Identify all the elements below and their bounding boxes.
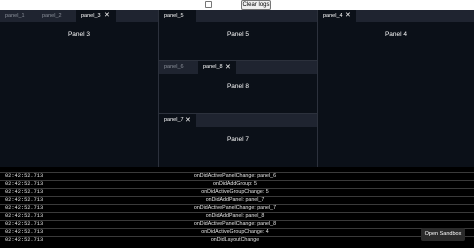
- log-time: 02:42:52.713: [5, 189, 44, 195]
- tab-label: panel_5: [164, 13, 184, 19]
- tab-panel-7[interactable]: panel_7 ✕: [159, 114, 196, 127]
- tab-label: panel_8: [203, 64, 223, 70]
- panel-content: Panel 4: [384, 31, 408, 38]
- log-row: 02:42:52.713 onDidActiveGroupChange: 4: [0, 228, 474, 236]
- log-message: onDidAddPanel: panel_7: [205, 197, 265, 203]
- tab-label: panel_3: [81, 13, 101, 19]
- log-row: 02:42:52.713 onDidActivePanelChange: pan…: [0, 204, 474, 212]
- close-icon[interactable]: ✕: [104, 10, 110, 22]
- tab-bar: panel_4 ✕: [318, 10, 474, 22]
- close-icon[interactable]: ✕: [345, 10, 351, 22]
- log-time: 02:42:52.713: [5, 181, 44, 187]
- tab-panel-3[interactable]: panel_3 ✕: [76, 10, 116, 22]
- clear-logs-button[interactable]: Clear logs: [241, 0, 271, 10]
- group-right: panel_4 ✕ Panel 4: [318, 10, 474, 167]
- log-time: 02:42:52.713: [5, 205, 44, 211]
- panel-content: Panel 3: [67, 31, 91, 38]
- close-icon[interactable]: ✕: [185, 114, 191, 127]
- close-icon[interactable]: ✕: [225, 61, 231, 74]
- log-message: onDidAddGroup: 5: [213, 181, 257, 187]
- log-message: onDidActivePanelChange: panel_6: [193, 173, 277, 179]
- group-left: panel_1 panel_2 panel_3 ✕ Panel 3: [0, 10, 158, 167]
- log-message: onDidAddPanel: panel_8: [205, 213, 265, 219]
- log-message: onDidActiveGroupChange: 4: [201, 229, 269, 235]
- log-row: 02:42:52.713 onDidActivePanelChange: pan…: [0, 220, 474, 228]
- group-middle-bottom: panel_7 ✕ Panel 7: [159, 114, 317, 167]
- tab-panel-8[interactable]: panel_8 ✕: [198, 61, 236, 74]
- log-row: 02:42:52.713 onDidLayoutChange: [0, 236, 474, 244]
- tab-bar: panel_6 panel_8 ✕: [159, 61, 317, 74]
- group-middle-top: panel_5 Panel 5: [159, 10, 317, 60]
- log-toggle-checkbox[interactable]: [205, 1, 212, 8]
- tab-panel-1[interactable]: panel_1: [0, 10, 37, 22]
- tab-panel-5[interactable]: panel_5: [159, 10, 196, 22]
- log-message: onDidLayoutChange: [210, 237, 260, 243]
- tab-bar: panel_5: [159, 10, 317, 22]
- log-message: onDidActivePanelChange: panel_8: [193, 221, 277, 227]
- log-time: 02:42:52.713: [5, 213, 44, 219]
- log-row: 02:42:52.713 onDidAddPanel: panel_8: [0, 212, 474, 220]
- tab-bar: panel_7 ✕: [159, 114, 317, 127]
- dock-layout: panel_1 panel_2 panel_3 ✕ Panel 3 panel_…: [0, 10, 474, 167]
- panel-content: Panel 7: [226, 136, 250, 143]
- log-row: 02:42:52.713 onDidActiveGroupChange: 5: [0, 188, 474, 196]
- tab-panel-6[interactable]: panel_6: [159, 61, 197, 74]
- tab-panel-4[interactable]: panel_4 ✕: [318, 10, 356, 22]
- log-row: 02:42:52.713 onDidAddPanel: panel_7: [0, 196, 474, 204]
- log-time: 02:42:52.713: [5, 229, 44, 235]
- group-middle-mid: panel_6 panel_8 ✕ Panel 8: [159, 61, 317, 113]
- tab-label: panel_4: [323, 13, 343, 19]
- tab-bar: panel_1 panel_2 panel_3 ✕: [0, 10, 158, 22]
- tab-label: panel_7: [164, 117, 184, 123]
- log-message: onDidActivePanelChange: panel_7: [193, 205, 277, 211]
- log-row: 02:42:52.713 onDidActivePanelChange: pan…: [0, 172, 474, 180]
- open-sandbox-button[interactable]: Open Sandbox: [421, 228, 465, 241]
- log-message: onDidActiveGroupChange: 5: [201, 189, 269, 195]
- event-log[interactable]: 02:42:52.713 onDidActivePanelChange: pan…: [0, 167, 474, 248]
- panel-content: Panel 5: [226, 31, 250, 38]
- panel-content: Panel 8: [226, 83, 250, 90]
- tab-panel-2[interactable]: panel_2: [37, 10, 75, 22]
- log-row: 02:42:52.713 onDidAddGroup: 5: [0, 180, 474, 188]
- log-time: 02:42:52.713: [5, 197, 44, 203]
- log-time: 02:42:52.713: [5, 221, 44, 227]
- log-time: 02:42:52.713: [5, 173, 44, 179]
- log-time: 02:42:52.713: [5, 237, 44, 243]
- top-controls: Clear logs: [0, 0, 474, 10]
